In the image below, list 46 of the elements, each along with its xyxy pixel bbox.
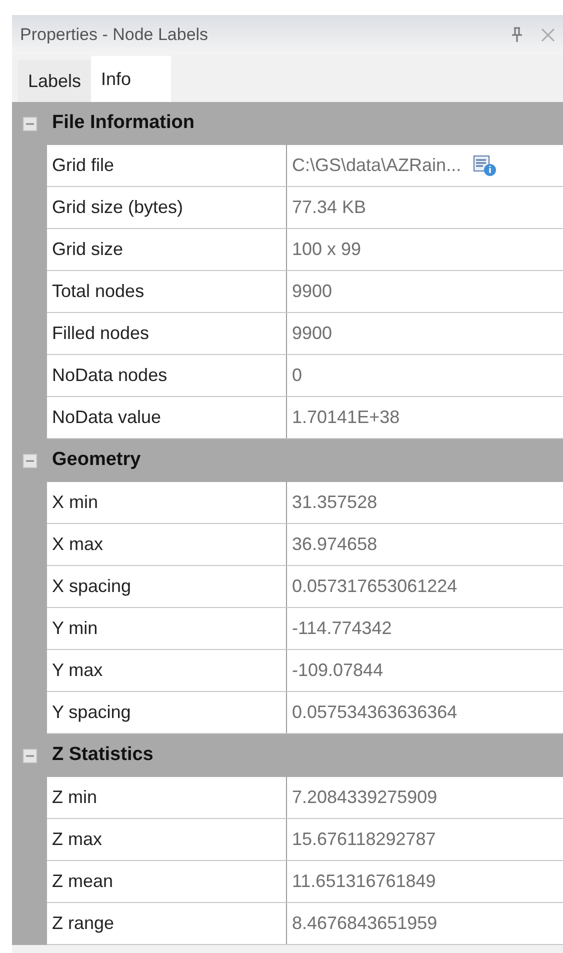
- property-name: Z mean: [52, 870, 114, 893]
- property-value: 100 x 99: [292, 238, 362, 261]
- property-name: Total nodes: [52, 280, 144, 303]
- pin-icon[interactable]: [511, 27, 523, 43]
- property-value: 0.057317653061224: [292, 575, 458, 598]
- property-name: X max: [52, 533, 104, 556]
- property-value: 11.651316761849: [292, 870, 436, 893]
- property-value: 9900: [292, 322, 332, 345]
- section-header: Z Statistics: [51, 743, 154, 768]
- property-value: -114.774342: [292, 617, 392, 640]
- property-value: 1.70141E+38: [292, 406, 400, 429]
- property-value: 36.974658: [292, 533, 378, 556]
- property-value: 31.357528: [292, 491, 378, 514]
- property-name: Y spacing: [52, 701, 131, 724]
- property-name: X spacing: [52, 575, 132, 598]
- section-header: File Information: [51, 111, 194, 136]
- property-name: X min: [52, 491, 98, 514]
- property-name: Y min: [52, 617, 98, 640]
- tab[interactable]: Info: [91, 56, 172, 102]
- property-name: Z max: [52, 828, 102, 851]
- property-name: Grid size: [52, 238, 124, 261]
- property-name: Z min: [52, 786, 97, 809]
- property-value: 7.2084339275909: [292, 786, 438, 809]
- collapse-icon[interactable]: [22, 748, 36, 762]
- property-value: 9900: [292, 280, 332, 303]
- file-info-icon[interactable]: [473, 154, 498, 176]
- property-value: 0: [292, 364, 302, 387]
- collapse-icon[interactable]: [22, 454, 36, 468]
- property-name: NoData value: [52, 406, 162, 429]
- close-icon[interactable]: [541, 28, 555, 42]
- property-name: NoData nodes: [52, 364, 168, 387]
- property-name: Grid file: [52, 154, 114, 177]
- property-value: 77.34 KB: [292, 196, 366, 219]
- panel-title: Properties - Node Labels: [20, 24, 208, 46]
- property-value: C:\GS\data\AZRain...: [292, 154, 462, 177]
- property-value: 15.676118292787: [292, 828, 436, 851]
- property-value: 0.057534363636364: [292, 701, 458, 724]
- collapse-icon[interactable]: [22, 116, 36, 130]
- property-name: Grid size (bytes): [52, 196, 184, 219]
- property-value: 8.4676843651959: [292, 912, 438, 935]
- property-name: Filled nodes: [52, 322, 150, 345]
- section-header: Geometry: [51, 448, 141, 472]
- property-name: Y max: [52, 659, 103, 682]
- tab[interactable]: Labels: [18, 60, 92, 102]
- property-value: -109.07844: [292, 659, 384, 682]
- property-name: Z range: [52, 912, 114, 935]
